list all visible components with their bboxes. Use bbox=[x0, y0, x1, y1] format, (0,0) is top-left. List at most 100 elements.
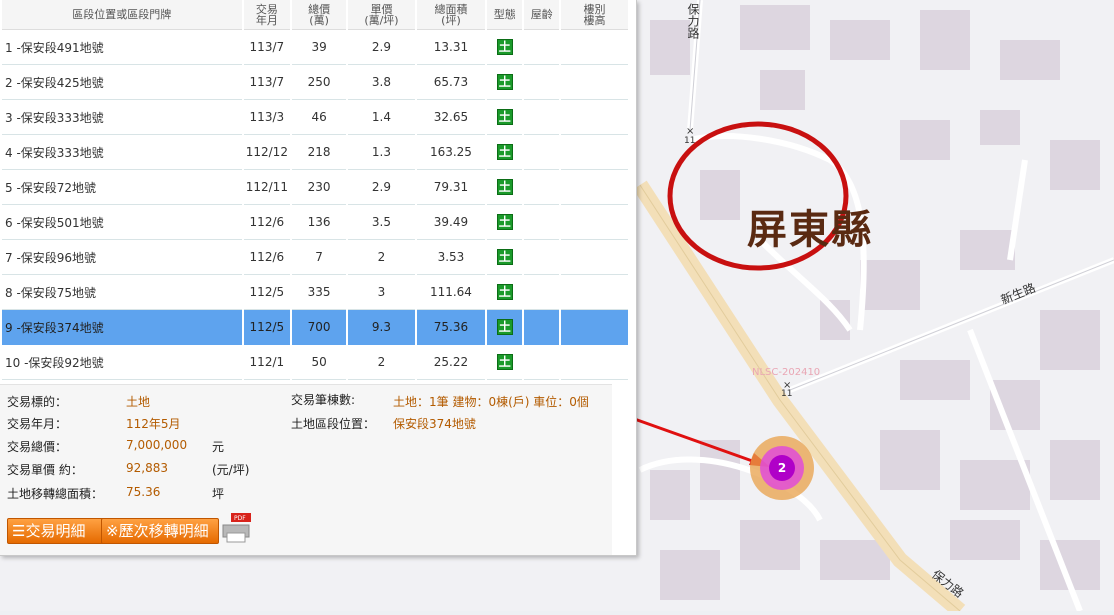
area-cell: 39.49 bbox=[416, 205, 485, 240]
type-cell: 土 bbox=[486, 65, 523, 100]
address-cell: 7 -保安段96地號 bbox=[2, 240, 242, 275]
cluster-marker[interactable]: 2 bbox=[770, 456, 794, 480]
transaction-detail-button[interactable]: ☰交易明細 bbox=[7, 518, 105, 544]
table-row[interactable]: 4 -保安段333地號 112/12 218 1.3 163.25 土 bbox=[2, 135, 628, 170]
area-cell: 3.53 bbox=[416, 240, 485, 275]
count-value: 土地：1筆 建物：0棟(戶) 車位：0個 bbox=[393, 395, 589, 409]
land-type-icon: 土 bbox=[496, 39, 513, 55]
table-header: 區段位置或區段門牌 交易 年月 總價 (萬) 單價 (萬/坪) 總面積 (坪) … bbox=[2, 0, 628, 30]
date-cell: 112/1 bbox=[243, 345, 291, 380]
unit-price-cell: 1.4 bbox=[347, 100, 415, 135]
type-cell: 土 bbox=[486, 275, 523, 310]
unit-price-cell: 9.3 bbox=[347, 310, 415, 345]
table-row[interactable]: 5 -保安段72地號 112/11 230 2.9 79.31 土 bbox=[2, 170, 628, 205]
table-row[interactable]: 7 -保安段96地號 112/6 7 2 3.53 土 bbox=[2, 240, 628, 275]
col-header-type: 型態 bbox=[486, 0, 523, 30]
transaction-panel: 區段位置或區段門牌 交易 年月 總價 (萬) 單價 (萬/坪) 總面積 (坪) … bbox=[0, 0, 637, 556]
col-header-area: 總面積 (坪) bbox=[416, 0, 485, 30]
nlsc-watermark: NLSC-202410 bbox=[752, 367, 821, 378]
unit-price-value: 92,883 bbox=[126, 461, 168, 475]
area-cell: 75.36 bbox=[416, 310, 485, 345]
area-label: 土地移轉總面積： bbox=[7, 487, 104, 501]
floor-cell bbox=[560, 205, 628, 240]
floor-cell bbox=[560, 240, 628, 275]
route-number: 11 bbox=[781, 389, 793, 399]
area-cell: 13.31 bbox=[416, 30, 485, 65]
area-value: 75.36 bbox=[126, 485, 161, 499]
date-label: 交易年月： bbox=[7, 417, 68, 431]
address-cell: 9 -保安段374地號 bbox=[2, 310, 242, 345]
history-transfer-button[interactable]: ※歷次移轉明細 bbox=[101, 518, 219, 544]
total-cell: 218 bbox=[292, 135, 346, 170]
address-cell: 10 -保安段92地號 bbox=[2, 345, 242, 380]
table-row[interactable]: 9 -保安段374地號 112/5 700 9.3 75.36 土 bbox=[2, 310, 628, 345]
address-cell: 5 -保安段72地號 bbox=[2, 170, 242, 205]
age-cell bbox=[524, 170, 559, 205]
total-cell: 700 bbox=[292, 310, 346, 345]
floor-cell bbox=[560, 275, 628, 310]
date-cell: 113/7 bbox=[243, 30, 291, 65]
unit-price-cell: 2 bbox=[347, 240, 415, 275]
age-cell bbox=[524, 240, 559, 275]
pdf-print-icon[interactable]: PDF bbox=[221, 513, 253, 543]
unit-price-cell: 1.3 bbox=[347, 135, 415, 170]
land-type-icon: 土 bbox=[496, 284, 513, 300]
table-row[interactable]: 1 -保安段491地號 113/7 39 2.9 13.31 土 bbox=[2, 30, 628, 65]
col-header-floor: 樓別 樓高 bbox=[560, 0, 628, 30]
total-value: 7,000,000 bbox=[126, 438, 188, 452]
date-cell: 112/5 bbox=[243, 310, 291, 345]
land-type-icon: 土 bbox=[496, 109, 513, 125]
land-type-icon: 土 bbox=[496, 179, 513, 195]
date-cell: 112/6 bbox=[243, 205, 291, 240]
type-cell: 土 bbox=[486, 345, 523, 380]
floor-cell bbox=[560, 30, 628, 65]
table-row[interactable]: 3 -保安段333地號 113/3 46 1.4 32.65 土 bbox=[2, 100, 628, 135]
col-header-age: 屋齡 bbox=[524, 0, 559, 30]
type-cell: 土 bbox=[486, 135, 523, 170]
table-row[interactable]: 8 -保安段75地號 112/5 335 3 111.64 土 bbox=[2, 275, 628, 310]
address-cell: 8 -保安段75地號 bbox=[2, 275, 242, 310]
col-header-total: 總價 (萬) bbox=[292, 0, 346, 30]
type-cell: 土 bbox=[486, 310, 523, 345]
total-cell: 230 bbox=[292, 170, 346, 205]
type-cell: 土 bbox=[486, 170, 523, 205]
area-cell: 79.31 bbox=[416, 170, 485, 205]
age-cell bbox=[524, 310, 559, 345]
pdf-label: PDF bbox=[234, 515, 246, 522]
floor-cell bbox=[560, 310, 628, 345]
table-row[interactable]: 2 -保安段425地號 113/7 250 3.8 65.73 土 bbox=[2, 65, 628, 100]
floor-cell bbox=[560, 100, 628, 135]
type-cell: 土 bbox=[486, 30, 523, 65]
unit-price-cell: 2.9 bbox=[347, 170, 415, 205]
date-cell: 113/7 bbox=[243, 65, 291, 100]
total-cell: 50 bbox=[292, 345, 346, 380]
address-cell: 3 -保安段333地號 bbox=[2, 100, 242, 135]
address-cell: 4 -保安段333地號 bbox=[2, 135, 242, 170]
date-cell: 112/11 bbox=[243, 170, 291, 205]
age-cell bbox=[524, 345, 559, 380]
age-cell bbox=[524, 135, 559, 170]
unit-price-label: 交易單價 約： bbox=[7, 463, 83, 477]
age-cell bbox=[524, 100, 559, 135]
total-cell: 46 bbox=[292, 100, 346, 135]
unit-price-cell: 2.9 bbox=[347, 30, 415, 65]
area-cell: 25.22 bbox=[416, 345, 485, 380]
unit-price-cell: 2 bbox=[347, 345, 415, 380]
land-type-icon: 土 bbox=[496, 214, 513, 230]
table-row[interactable]: 10 -保安段92地號 112/1 50 2 25.22 土 bbox=[2, 345, 628, 380]
age-cell bbox=[524, 205, 559, 240]
age-cell bbox=[524, 30, 559, 65]
total-cell: 136 bbox=[292, 205, 346, 240]
target-value: 土地 bbox=[126, 395, 151, 409]
floor-cell bbox=[560, 345, 628, 380]
date-cell: 113/3 bbox=[243, 100, 291, 135]
table-row[interactable]: 6 -保安段501地號 112/6 136 3.5 39.49 土 bbox=[2, 205, 628, 240]
floor-cell bbox=[560, 170, 628, 205]
location-value: 保安段374地號 bbox=[393, 417, 476, 431]
road-label-baoli-top: 保力路 bbox=[686, 3, 700, 39]
total-cell: 7 bbox=[292, 240, 346, 275]
total-cell: 250 bbox=[292, 65, 346, 100]
date-cell: 112/12 bbox=[243, 135, 291, 170]
total-cell: 39 bbox=[292, 30, 346, 65]
transaction-table: 區段位置或區段門牌 交易 年月 總價 (萬) 單價 (萬/坪) 總面積 (坪) … bbox=[0, 0, 630, 380]
